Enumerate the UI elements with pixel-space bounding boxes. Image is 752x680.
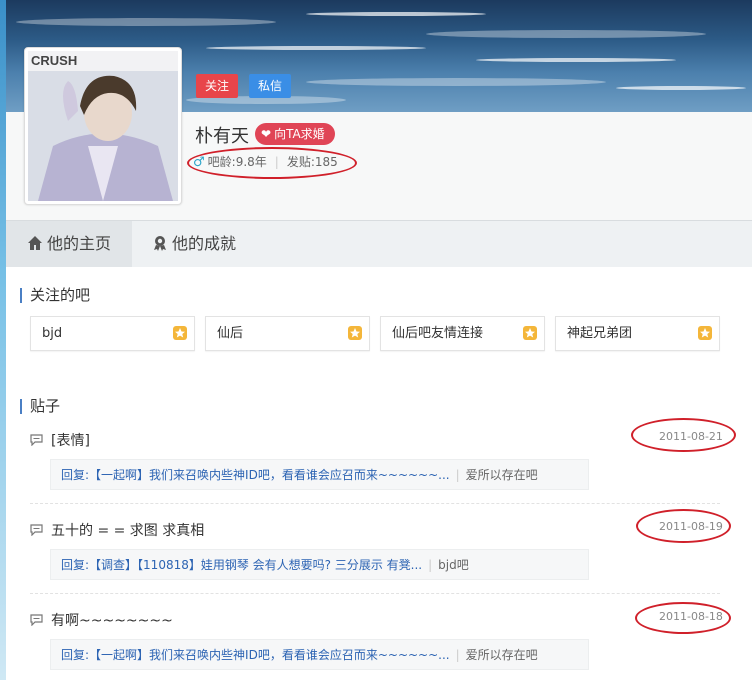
tab-home-label: 他的主页 (46, 234, 111, 253)
reply-thread-link[interactable]: 【一起啊】我们来召唤内些神ID吧，看看谁会应召而来~~~~~~... (89, 648, 450, 662)
propose-label: 向TA求婚 (274, 127, 325, 141)
followed-bar-item[interactable]: bjd (30, 316, 195, 351)
reply-label[interactable]: 回复: (61, 468, 89, 482)
star-badge-icon (698, 326, 712, 340)
reply-bar-link[interactable]: 爱所以存在吧 (466, 648, 538, 662)
followed-bar-name: 神起兄弟团 (567, 326, 633, 341)
post-reply: 回复:【一起啊】我们来召唤内些神ID吧，看看谁会应召而来~~~~~~... | 爱所… (50, 639, 589, 670)
reply-bar-link[interactable]: bjd吧 (438, 558, 469, 572)
avatar-text: CRUSH (31, 53, 77, 68)
reply-separator: | (455, 648, 460, 662)
follow-button[interactable]: 关注 (196, 74, 239, 98)
reply-thread-link[interactable]: 【一起啊】我们来召唤内些神ID吧，看看谁会应召而来~~~~~~... (89, 468, 450, 482)
followed-bar-name: 仙后 (217, 326, 244, 341)
avatar[interactable]: CRUSH (24, 47, 182, 205)
avatar-image: CRUSH (28, 51, 178, 201)
home-icon (27, 236, 42, 250)
followed-bar-item[interactable]: 仙后吧友情连接 (380, 316, 545, 351)
post-title-text: [表情] (51, 433, 90, 449)
followed-bar-item[interactable]: 仙后 (205, 316, 370, 351)
star-badge-icon (173, 326, 187, 340)
reply-bar-link[interactable]: 爱所以存在吧 (466, 468, 538, 482)
tab-home[interactable]: 他的主页 (6, 221, 132, 267)
propose-button[interactable]: ❤ 向TA求婚 (255, 123, 335, 145)
post-reply: 回复:【一起啊】我们来召唤内些神ID吧，看看谁会应召而来~~~~~~... | 爱所… (50, 459, 589, 490)
post-comment-icon (30, 614, 43, 626)
reply-label[interactable]: 回复: (61, 648, 89, 662)
tab-bar: 他的主页 他的成就 (6, 220, 752, 268)
post-title-link[interactable]: [表情] (30, 430, 90, 450)
post-title-link[interactable]: 有啊~~~~~~~~ (30, 610, 173, 630)
post-comment-icon (30, 434, 43, 446)
followed-bar-name: 仙后吧友情连接 (392, 326, 484, 341)
post-title-text: 有啊~~~~~~~~ (51, 613, 173, 629)
medal-icon (154, 236, 166, 251)
post-title-link[interactable]: 五十的 = = 求图 求真相 (30, 520, 204, 540)
annotation-oval-stats (187, 147, 357, 179)
post-divider (30, 503, 720, 504)
reply-thread-link[interactable]: 【调查】【110818】娃用钢琴 会有人想要吗? 三分展示 有凳... (89, 558, 422, 572)
followed-bar-name: bjd (42, 326, 63, 341)
tab-achievements-label: 他的成就 (172, 234, 237, 253)
reply-separator: | (455, 468, 460, 482)
star-badge-icon (523, 326, 537, 340)
reply-label[interactable]: 回复: (61, 558, 89, 572)
post-comment-icon (30, 524, 43, 536)
post-divider (30, 593, 720, 594)
annotation-oval-date (636, 509, 731, 543)
reply-separator: | (428, 558, 433, 572)
username: 朴有天 (195, 126, 249, 147)
annotation-oval-date (635, 602, 731, 634)
post-reply: 回复:【调查】【110818】娃用钢琴 会有人想要吗? 三分展示 有凳... | b… (50, 549, 589, 580)
followed-bars-title: 关注的吧 (20, 288, 90, 303)
followed-bar-item[interactable]: 神起兄弟团 (555, 316, 720, 351)
posts-title: 贴子 (20, 399, 60, 414)
message-button[interactable]: 私信 (249, 74, 292, 98)
annotation-oval-date (631, 418, 736, 452)
tab-achievements[interactable]: 他的成就 (152, 221, 262, 267)
post-title-text: 五十的 = = 求图 求真相 (51, 523, 205, 539)
heart-icon: ❤ (261, 127, 272, 141)
star-badge-icon (348, 326, 362, 340)
